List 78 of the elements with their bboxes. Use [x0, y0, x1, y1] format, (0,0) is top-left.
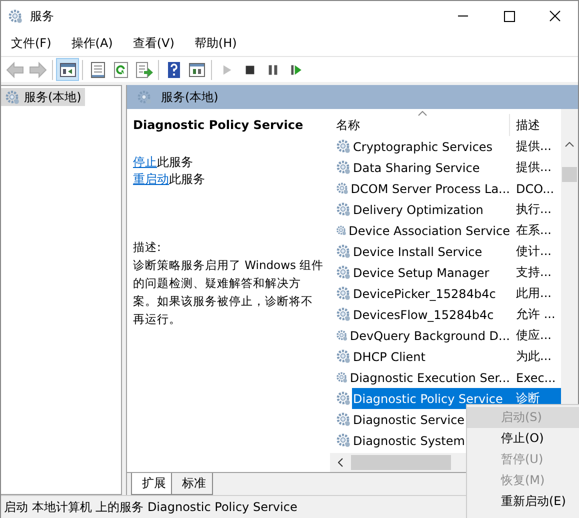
scroll-thumb[interactable] [351, 455, 451, 470]
scroll-up-icon[interactable] [565, 142, 574, 147]
table-cell-text: 支持... [515, 264, 552, 281]
pane-button[interactable] [56, 58, 79, 81]
back-arrow-icon [4, 60, 24, 80]
header-title: 服务(本地) [161, 88, 218, 106]
gear-icon [336, 265, 351, 280]
table-cell-text: Exec... [515, 370, 556, 384]
sort-caret-icon [418, 111, 427, 116]
menu-item[interactable]: 操作(A) [64, 35, 120, 52]
description-text: 诊断策略服务启用了 Windows 组件的问题检测、疑难解答和解决方案。如果该服务被停止，诊断将不再运行。 [133, 257, 324, 328]
table-cell-text: 允许 ... [515, 306, 556, 323]
gear-icon [336, 307, 351, 322]
menu-item[interactable]: 查看(V) [126, 35, 182, 52]
action-text: 此服务 [169, 172, 205, 186]
table-cell: DCOM Server Process La... [350, 182, 510, 196]
gear-icon [336, 139, 351, 154]
gear-icon [336, 244, 351, 259]
gear-icon [336, 328, 348, 343]
tree-item[interactable]: 服务(本地) [1, 88, 86, 106]
scroll-left-icon[interactable] [338, 458, 343, 467]
table-cell: Diagnostic Policy Service [353, 392, 503, 406]
view-tab[interactable]: 标准 [171, 473, 213, 495]
table-cell-text: 为此... [515, 348, 552, 365]
gear-icon [336, 370, 348, 385]
table-cell: Diagnostic Service [353, 412, 465, 426]
play-icon [220, 64, 232, 76]
table-cell: Data Sharing Service [353, 160, 480, 174]
table-cell: Diagnostic Execution Ser... [350, 370, 510, 384]
column-header[interactable]: 名称 [330, 114, 510, 136]
table-cell: Device Association Service [348, 224, 510, 238]
resume-icon [290, 64, 302, 76]
table-cell: DevQuery Background D... [350, 328, 510, 342]
gear-icon [336, 202, 351, 217]
gear-icon [336, 223, 347, 238]
action-link[interactable]: 停止 [133, 155, 157, 169]
table-cell-text: 使应... [515, 327, 552, 344]
menu-item[interactable]: 停止(O) [467, 428, 579, 449]
table-cell: DHCP Client [353, 350, 426, 364]
action-link[interactable]: 重启动 [133, 172, 169, 186]
table-cell: Delivery Optimization [353, 202, 484, 216]
stop-icon [244, 64, 256, 76]
table-cell-text: 诊断 [515, 390, 540, 407]
action-text: 此服务 [157, 155, 193, 169]
column-header[interactable]: 描述 [510, 114, 540, 136]
pause-icon [266, 64, 278, 76]
table-cell-text: DCO... [515, 182, 554, 196]
menu-item[interactable]: 文件(F) [4, 35, 58, 52]
gear-icon [336, 412, 351, 427]
description-label: 描述: [133, 239, 162, 256]
gear-icon [336, 160, 351, 175]
table-cell-text: 使计... [515, 243, 552, 260]
view-tab[interactable]: 扩展 [131, 473, 173, 495]
service-name: Diagnostic Policy Service [133, 118, 304, 132]
gear-icon [336, 391, 351, 406]
table-cell: Diagnostic System [353, 434, 465, 448]
export-icon [134, 60, 154, 80]
gear-icon [336, 181, 349, 196]
gear-icon [137, 90, 152, 104]
table-cell-text: 在系... [515, 222, 552, 239]
scroll-thumb[interactable] [562, 167, 577, 182]
table-cell-text: 执行... [515, 201, 552, 218]
table-cell: Cryptographic Services [353, 140, 493, 154]
gear-icon [336, 349, 351, 364]
table-cell: Device Setup Manager [353, 266, 490, 280]
table-cell: DevicesFlow_15284b4c [353, 308, 494, 322]
gear-icon [336, 433, 351, 448]
table-cell-text: 此用... [515, 285, 552, 302]
window-title: 服务 [30, 8, 55, 24]
menu-item[interactable]: 帮助(H) [187, 35, 244, 52]
gear-icon [5, 90, 20, 104]
gear-icon [336, 286, 351, 301]
table-cell-text: 提供... [515, 138, 552, 155]
table-cell-text: 提供... [515, 159, 552, 176]
gear-icon [8, 8, 23, 24]
table-cell: Device Install Service [353, 244, 482, 258]
forward-arrow-icon [28, 60, 48, 80]
table-cell: DevicePicker_15284b4c [353, 286, 496, 300]
